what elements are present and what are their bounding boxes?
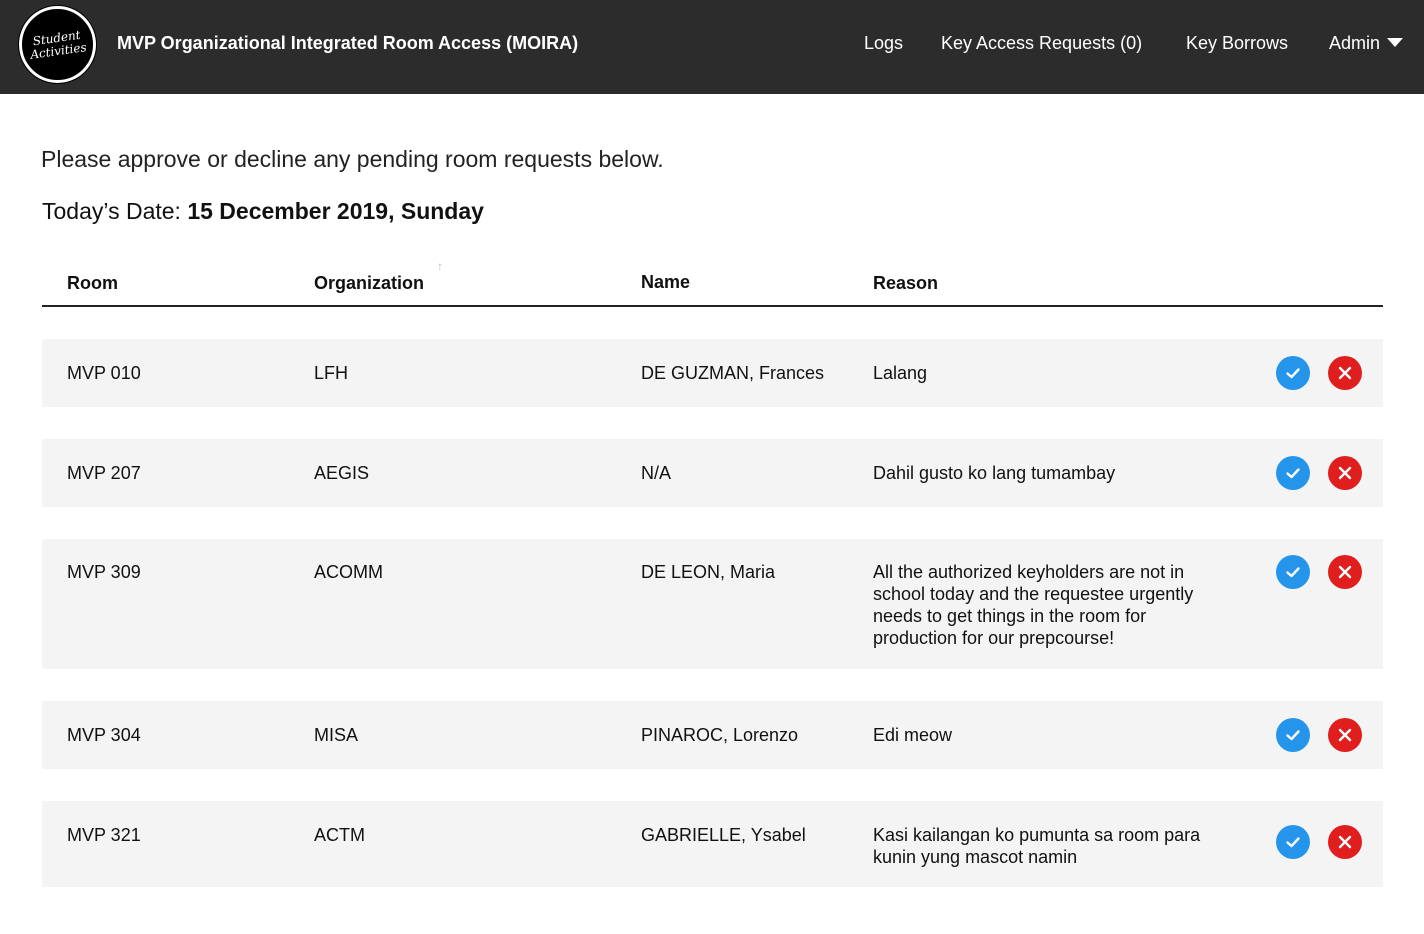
x-icon xyxy=(1338,565,1352,579)
header-divider xyxy=(42,305,1383,307)
reason-cell: Lalang xyxy=(873,363,928,383)
todays-date: Today’s Date: 15 December 2019, Sunday xyxy=(42,198,484,225)
room-cell: MVP 321 xyxy=(67,825,141,845)
date-label: Today’s Date: xyxy=(42,198,188,224)
caret-down-icon xyxy=(1387,38,1404,47)
room-cell: MVP 304 xyxy=(67,725,141,745)
x-icon xyxy=(1338,728,1352,742)
top-navbar: Student Activities MVP Organizational In… xyxy=(0,0,1424,94)
approve-button[interactable] xyxy=(1276,356,1310,390)
table-row: MVP 010 LFH DE GUZMAN, Frances Lalang xyxy=(42,339,1383,407)
reason-cell: All the authorized keyholders are not in… xyxy=(873,562,1194,648)
reason-cell: Dahil gusto ko lang tumambay xyxy=(873,463,1116,483)
check-icon xyxy=(1286,368,1300,379)
reason-cell: Edi meow xyxy=(873,725,953,745)
x-icon xyxy=(1338,366,1352,380)
table-row: MVP 304 MISA PINAROC, Lorenzo Edi meow xyxy=(42,701,1383,769)
reason-cell: Kasi kailangan ko pumunta sa room para k… xyxy=(873,825,1201,867)
approve-button[interactable] xyxy=(1276,718,1310,752)
nav-logs[interactable]: Logs xyxy=(864,33,903,54)
student-activities-logo[interactable]: Student Activities xyxy=(19,6,96,83)
organization-cell: ACTM xyxy=(314,825,365,845)
check-icon xyxy=(1286,567,1300,578)
x-icon xyxy=(1338,835,1352,849)
decline-button[interactable] xyxy=(1328,456,1362,490)
name-cell: DE GUZMAN, Frances xyxy=(641,363,825,383)
name-cell: GABRIELLE, Ysabel xyxy=(641,825,806,845)
organization-cell: AEGIS xyxy=(314,463,370,483)
room-cell: MVP 207 xyxy=(67,463,141,483)
organization-cell: ACOMM xyxy=(314,562,383,582)
logo-text: Student Activities xyxy=(17,4,97,84)
table-row: MVP 321 ACTM GABRIELLE, Ysabel Kasi kail… xyxy=(42,801,1383,887)
name-cell: N/A xyxy=(641,463,672,483)
nav-admin-label: Admin xyxy=(1329,33,1381,53)
decline-button[interactable] xyxy=(1328,825,1362,859)
approve-button[interactable] xyxy=(1276,825,1310,859)
nav-key-borrows[interactable]: Key Borrows xyxy=(1186,33,1288,54)
room-cell: MVP 309 xyxy=(67,562,141,582)
x-icon xyxy=(1338,466,1352,480)
intro-text: Please approve or decline any pending ro… xyxy=(41,146,664,172)
decline-button[interactable] xyxy=(1328,356,1362,390)
table-row: MVP 309 ACOMM DE LEON, Maria All the aut… xyxy=(42,539,1383,669)
check-icon xyxy=(1286,468,1300,479)
name-cell: DE LEON, Maria xyxy=(641,562,776,582)
date-value: 15 December 2019, Sunday xyxy=(187,198,484,224)
room-cell: MVP 010 xyxy=(67,363,141,383)
table-row: MVP 207 AEGIS N/A Dahil gusto ko lang tu… xyxy=(42,439,1383,507)
column-header-room[interactable]: Room xyxy=(67,273,118,294)
column-header-name[interactable]: Name xyxy=(641,272,690,293)
decline-button[interactable] xyxy=(1328,555,1362,589)
nav-key-access-requests[interactable]: Key Access Requests (0) xyxy=(941,33,1142,54)
column-header-organization[interactable]: Organization xyxy=(314,273,424,294)
check-icon xyxy=(1286,837,1300,848)
check-icon xyxy=(1286,730,1300,741)
column-header-reason[interactable]: Reason xyxy=(873,273,938,294)
organization-cell: LFH xyxy=(314,363,349,383)
approve-button[interactable] xyxy=(1276,456,1310,490)
decline-button[interactable] xyxy=(1328,718,1362,752)
nav-admin-menu[interactable]: Admin xyxy=(1329,33,1404,54)
app-title: MVP Organizational Integrated Room Acces… xyxy=(117,33,579,53)
sort-ascending-icon[interactable]: ↑ xyxy=(437,259,443,273)
approve-button[interactable] xyxy=(1276,555,1310,589)
organization-cell: MISA xyxy=(314,725,359,745)
name-cell: PINAROC, Lorenzo xyxy=(641,725,799,745)
